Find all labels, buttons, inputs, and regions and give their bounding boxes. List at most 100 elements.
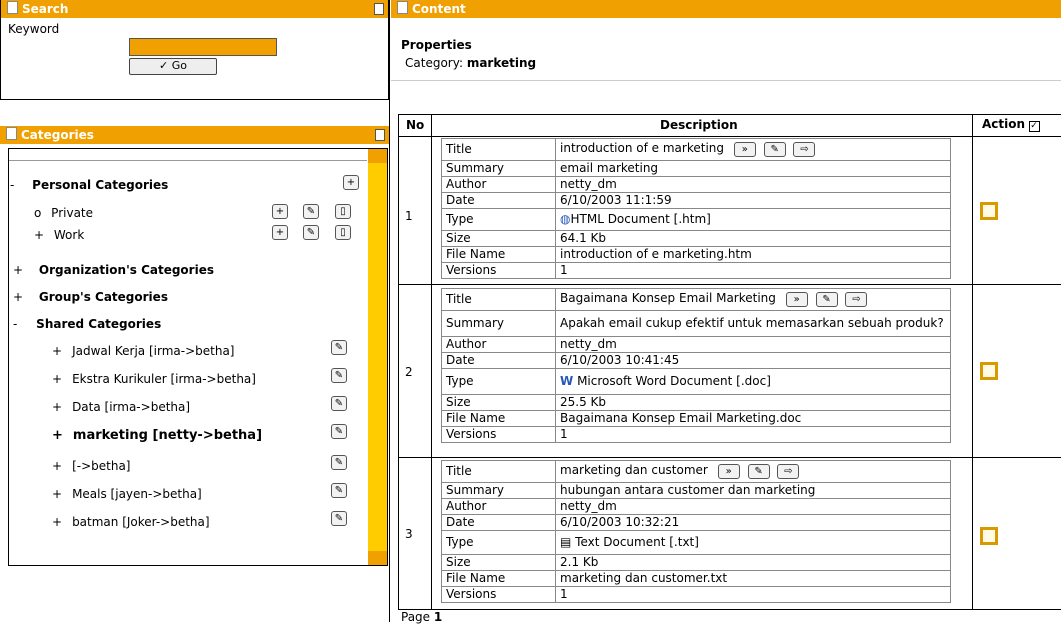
col-action-header: Action ✓ <box>982 117 1041 132</box>
field-label: File Name <box>441 570 556 587</box>
keyword-input[interactable] <box>129 38 277 56</box>
edit-icon[interactable]: ✎ <box>331 368 347 383</box>
type-value: Text Document [.txt] <box>575 535 699 549</box>
category-item-label: Private <box>51 206 94 220</box>
page-icon[interactable]: ▯ <box>335 225 351 240</box>
export-icon[interactable]: ⇨ <box>845 292 868 307</box>
bullet: o <box>34 206 42 220</box>
versions-value: 1 <box>555 262 951 279</box>
add-icon[interactable]: + <box>272 204 288 219</box>
shared-item[interactable]: + [->betha] <box>52 459 130 473</box>
category-item-label: Work <box>53 228 85 242</box>
edit-icon[interactable]: ✎ <box>747 464 770 479</box>
field-label: Size <box>441 394 556 411</box>
checkbox-icon[interactable]: ✓ <box>1029 121 1041 132</box>
edit-icon[interactable]: ✎ <box>331 483 347 498</box>
field-label: Summary <box>441 310 556 337</box>
title-cell: marketing dan customer » ✎ ⇨ <box>555 460 951 483</box>
categories-title: Categories <box>21 128 94 142</box>
field-label: Versions <box>441 586 556 603</box>
row-number: 3 <box>405 527 413 541</box>
col-description-header: Description <box>660 118 738 132</box>
document-title[interactable]: Bagaimana Konsep Email Marketing <box>560 291 776 305</box>
personal-categories[interactable]: - Personal Categories <box>10 178 168 192</box>
add-category-icon[interactable]: + <box>343 175 359 190</box>
content-header: Content <box>391 0 1061 18</box>
group-categories[interactable]: + Group's Categories <box>13 290 168 304</box>
file-name-value: introduction of e marketing.htm <box>555 246 951 263</box>
shared-item[interactable]: + Data [irma->betha] <box>52 400 190 414</box>
date-value: 6/10/2003 11:1:59 <box>555 192 951 209</box>
shared-item[interactable]: + batman [Joker->betha] <box>52 515 210 529</box>
field-label: Versions <box>441 262 556 279</box>
select-checkbox[interactable] <box>980 202 998 220</box>
scroll-up-button[interactable] <box>368 149 387 163</box>
col-no-header: No <box>406 118 425 132</box>
size-value: 64.1 Kb <box>555 230 951 247</box>
type-cell: ◍HTML Document [.htm] <box>555 208 951 231</box>
search-title: Search <box>22 2 69 16</box>
html-file-icon: ◍ <box>560 212 571 226</box>
add-icon[interactable]: + <box>272 225 288 240</box>
field-label: Author <box>441 336 556 353</box>
summary-value: hubungan antara customer dan marketing <box>555 482 951 499</box>
page-icon[interactable]: ▯ <box>335 204 351 219</box>
text-file-icon: ▤ <box>560 535 572 549</box>
expand-sign: + <box>52 428 63 443</box>
row-line <box>398 284 1061 285</box>
field-label: Size <box>441 230 556 247</box>
word-file-icon: W <box>560 374 574 388</box>
expand-sign: + <box>34 228 45 242</box>
edit-icon[interactable]: ✎ <box>331 340 347 355</box>
category-line: Category: marketing <box>405 56 536 70</box>
edit-icon[interactable]: ✎ <box>303 225 319 240</box>
category-item[interactable]: + Work <box>34 228 84 242</box>
shared-item[interactable]: + Jadwal Kerja [irma->betha] <box>52 344 235 358</box>
shared-categories[interactable]: - Shared Categories <box>13 317 161 331</box>
personal-categories-label: Personal Categories <box>32 178 169 192</box>
collapse-icon[interactable] <box>375 129 385 141</box>
edit-icon[interactable]: ✎ <box>331 455 347 470</box>
chevron-down-icon[interactable]: » <box>733 142 756 157</box>
chevron-down-icon[interactable]: » <box>717 464 740 479</box>
edit-icon[interactable]: ✎ <box>331 511 347 526</box>
document-title[interactable]: introduction of e marketing <box>560 141 724 155</box>
export-icon[interactable]: ⇨ <box>793 142 816 157</box>
select-checkbox[interactable] <box>980 362 998 380</box>
page-icon <box>6 127 17 140</box>
categories-scrollbar[interactable] <box>368 149 387 565</box>
expand-sign: + <box>13 290 24 304</box>
shared-item[interactable]: + Meals [jayen->betha] <box>52 487 202 501</box>
date-value: 6/10/2003 10:41:45 <box>555 352 951 369</box>
field-label: Type <box>441 530 556 555</box>
category-item[interactable]: o Private <box>34 206 93 220</box>
collapse-icon[interactable] <box>374 3 384 15</box>
go-button[interactable]: ✓ Go <box>129 58 217 75</box>
document-title[interactable]: marketing dan customer <box>560 463 708 477</box>
expand-sign: + <box>52 459 63 473</box>
size-value: 25.5 Kb <box>555 394 951 411</box>
title-cell: introduction of e marketing » ✎ ⇨ <box>555 138 951 161</box>
select-checkbox[interactable] <box>980 527 998 545</box>
edit-icon[interactable]: ✎ <box>331 396 347 411</box>
edit-icon[interactable]: ✎ <box>303 204 319 219</box>
shared-item[interactable]: + Ekstra Kurikuler [irma->betha] <box>52 372 256 386</box>
document-details: Title Bagaimana Konsep Email Marketing »… <box>441 288 951 443</box>
organization-categories[interactable]: + Organization's Categories <box>13 263 214 277</box>
chevron-down-icon[interactable]: » <box>785 292 808 307</box>
edit-icon[interactable]: ✎ <box>815 292 838 307</box>
shared-item-label: [->betha] <box>72 459 131 473</box>
edit-icon[interactable]: ✎ <box>331 424 347 439</box>
edit-icon[interactable]: ✎ <box>763 142 786 157</box>
field-label: Author <box>441 176 556 193</box>
shared-item-selected[interactable]: + marketing [netty->betha] <box>52 428 262 443</box>
keyword-label: Keyword <box>8 22 60 36</box>
properties-label: Properties <box>401 38 472 52</box>
group-categories-label: Group's Categories <box>38 290 168 304</box>
search-panel: Search Keyword ✓ Go <box>0 0 389 100</box>
author-value: netty_dm <box>555 336 951 353</box>
collapse-sign: - <box>10 178 15 192</box>
export-icon[interactable]: ⇨ <box>777 464 800 479</box>
field-label: Date <box>441 514 556 531</box>
scroll-down-button[interactable] <box>368 551 387 565</box>
